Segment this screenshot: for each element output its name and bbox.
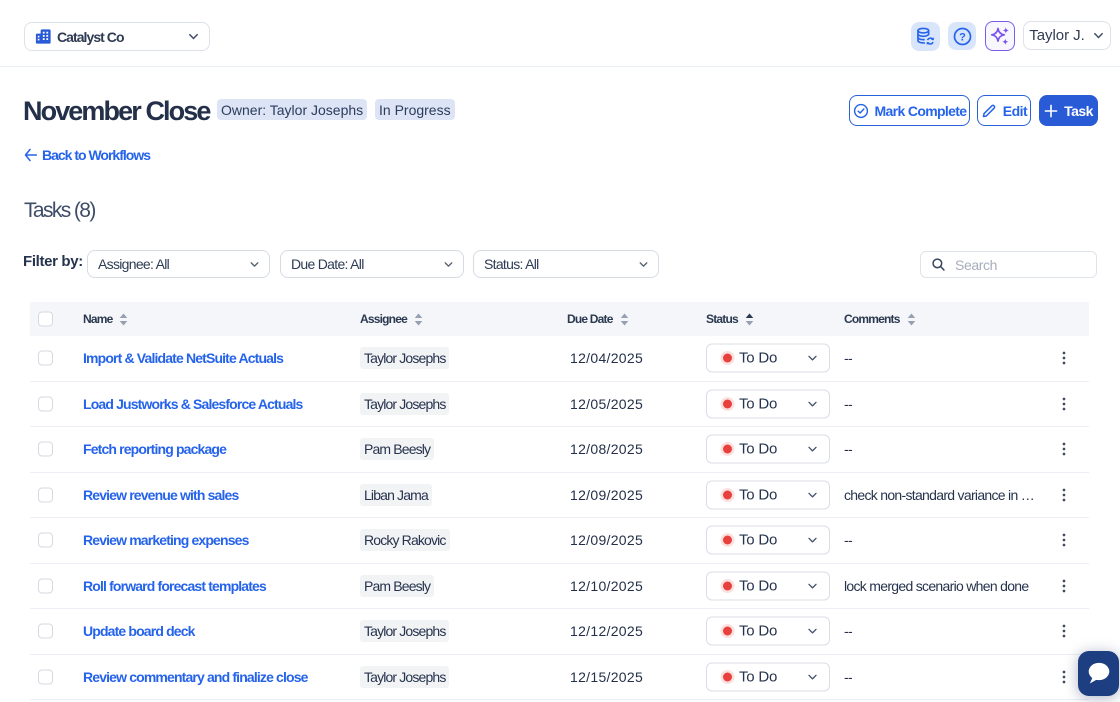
svg-text:?: ? [959,31,966,43]
